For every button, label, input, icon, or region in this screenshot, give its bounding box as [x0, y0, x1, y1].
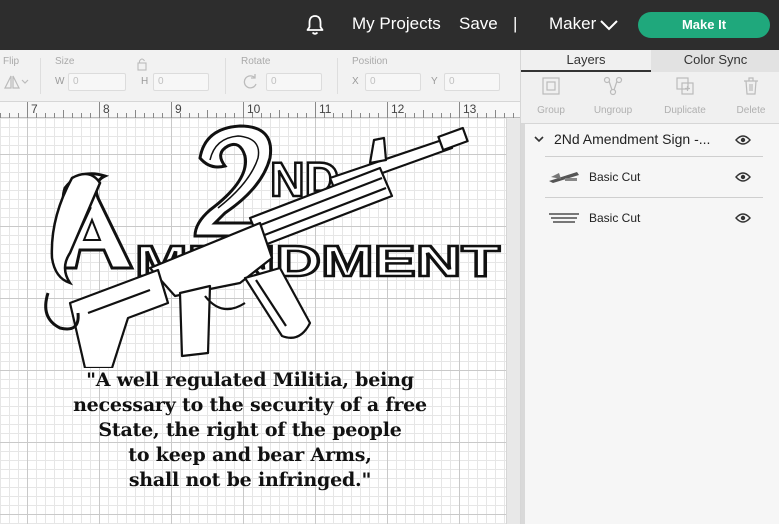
group-name[interactable]: 2Nd Amendment Sign -... — [554, 131, 710, 147]
lock-icon[interactable] — [136, 57, 148, 71]
canvas-scrollbar[interactable] — [506, 118, 520, 524]
layer-thumbnail — [549, 213, 579, 223]
ruler-mark: 12 — [391, 102, 405, 116]
width-label: W — [55, 76, 65, 87]
toolbar-divider — [40, 58, 41, 94]
flip-label: Flip — [3, 56, 20, 67]
delete-label: Delete — [736, 105, 766, 116]
ungroup-label: Ungroup — [593, 105, 633, 116]
tab-color-sync[interactable]: Color Sync — [651, 50, 779, 72]
ruler-mark: 10 — [247, 102, 261, 116]
machine-selector[interactable]: Maker — [549, 14, 596, 34]
flip-icon[interactable] — [3, 74, 29, 90]
position-label: Position — [352, 56, 388, 67]
bell-icon[interactable] — [303, 13, 327, 37]
toolbar-divider — [225, 58, 226, 94]
layer-row[interactable]: Basic Cut — [525, 198, 779, 238]
tab-layers[interactable]: Layers — [521, 50, 651, 72]
rotate-input[interactable]: 0 — [266, 73, 322, 91]
quote-text[interactable]: "A well regulated Militia, being necessa… — [40, 368, 460, 493]
horizontal-ruler: 7 8 9 10 11 12 13 — [0, 102, 520, 118]
layers-list: 2Nd Amendment Sign -... Basic Cut Basic … — [521, 124, 779, 524]
size-label: Size — [55, 56, 75, 67]
chevron-down-icon[interactable] — [598, 16, 620, 34]
ruler-mark: 11 — [319, 102, 332, 116]
trash-icon — [744, 77, 758, 95]
chevron-down-icon[interactable] — [533, 133, 545, 145]
layer-row[interactable]: Basic Cut — [525, 157, 779, 197]
amendment-logo-graphic[interactable]: ND MENDMENT — [0, 118, 506, 368]
group-icon — [542, 77, 560, 95]
group-label: Group — [537, 105, 565, 116]
duplicate-button[interactable]: Duplicate — [655, 76, 715, 116]
top-bar: My Projects Save | Maker Make It — [0, 0, 779, 50]
header-divider: | — [513, 14, 518, 33]
group-button[interactable]: Group — [521, 76, 581, 116]
my-projects-link[interactable]: My Projects — [352, 14, 441, 34]
make-it-button[interactable]: Make It — [638, 12, 770, 38]
rotate-label: Rotate — [241, 56, 271, 67]
layer-name[interactable]: Basic Cut — [589, 170, 640, 184]
ruler-mark: 7 — [31, 102, 38, 116]
ungroup-icon — [603, 76, 623, 96]
duplicate-icon — [676, 77, 694, 95]
layers-panel: Layers Color Sync Group Ungroup Duplicat… — [520, 50, 779, 524]
ruler-mark: 13 — [463, 102, 477, 116]
rotate-icon[interactable] — [241, 73, 259, 91]
delete-button[interactable]: Delete — [721, 76, 779, 116]
x-label: X — [352, 76, 359, 87]
ruler-mark: 9 — [175, 102, 182, 116]
duplicate-label: Duplicate — [664, 105, 706, 116]
layer-group-row[interactable]: 2Nd Amendment Sign -... — [525, 124, 779, 156]
ruler-mark: 8 — [103, 102, 110, 116]
save-button[interactable]: Save — [459, 14, 498, 34]
ungroup-button[interactable]: Ungroup — [583, 76, 643, 116]
y-label: Y — [431, 76, 438, 87]
toolbar-divider — [337, 58, 338, 94]
panel-tabs: Layers Color Sync — [521, 50, 779, 72]
design-artwork[interactable]: ND MENDMENT "A well regulated Militia, b… — [0, 118, 506, 524]
x-position-input[interactable]: 0 — [365, 73, 421, 91]
width-input[interactable]: 0 — [68, 73, 126, 91]
edit-toolbar: Flip Size W 0 H 0 Rotate 0 Position X 0 … — [0, 50, 520, 102]
layer-thumbnail — [549, 172, 579, 183]
height-input[interactable]: 0 — [153, 73, 209, 91]
y-position-input[interactable]: 0 — [444, 73, 500, 91]
layer-actions-bar: Group Ungroup Duplicate Delete — [521, 72, 779, 124]
eye-icon[interactable] — [735, 171, 751, 183]
eye-icon[interactable] — [735, 212, 751, 224]
eye-icon[interactable] — [735, 134, 751, 146]
height-label: H — [141, 76, 149, 87]
design-canvas[interactable]: ND MENDMENT "A well regulated Militia, b… — [0, 118, 506, 524]
layer-name[interactable]: Basic Cut — [589, 211, 640, 225]
